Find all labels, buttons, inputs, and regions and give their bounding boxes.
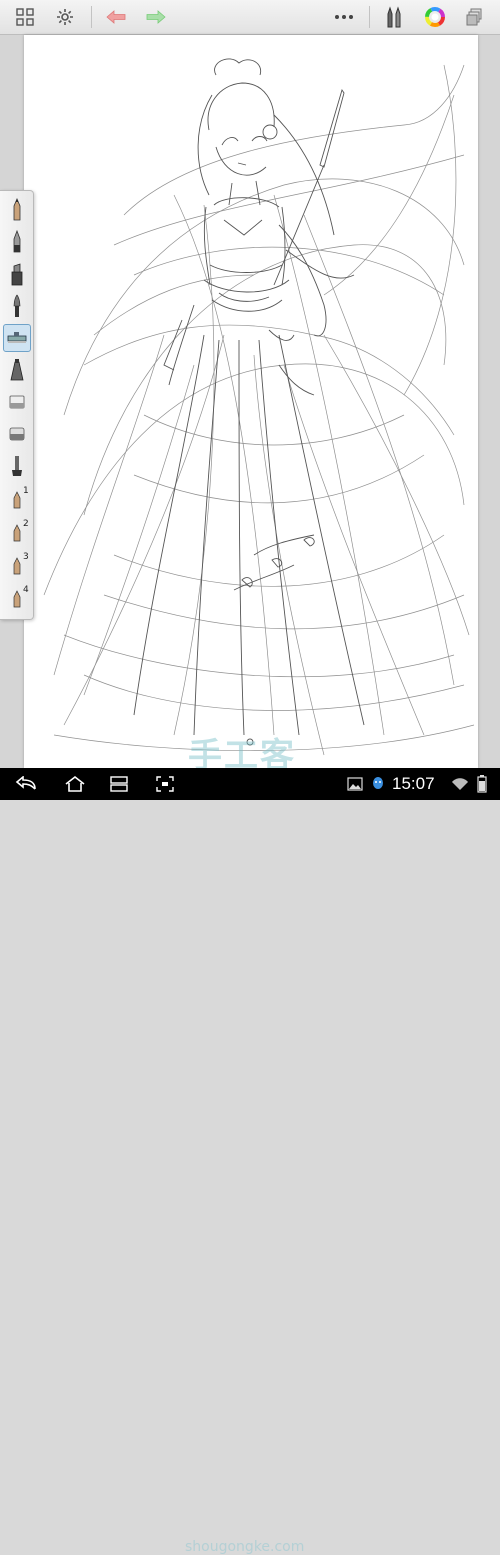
brush-slot-number: 1: [23, 486, 29, 496]
system-navigation-bar: shougongke.com 15:07: [0, 768, 500, 1555]
airbrush-icon[interactable]: [3, 324, 31, 352]
status-clock: 15:07: [392, 774, 435, 793]
custom-brush-4-icon[interactable]: 4: [3, 585, 31, 613]
drawing-canvas[interactable]: [24, 35, 478, 768]
home-icon[interactable]: [60, 772, 90, 796]
pencil-icon[interactable]: [3, 196, 31, 224]
sketch-drawing: [43, 58, 475, 756]
custom-brush-2-icon[interactable]: 2: [3, 519, 31, 547]
custom-brush-3-icon[interactable]: 3: [3, 552, 31, 580]
gear-icon[interactable]: [53, 5, 77, 29]
brush-slot-number: 4: [23, 585, 29, 595]
screenshot-icon[interactable]: [150, 772, 180, 796]
back-icon[interactable]: [12, 772, 42, 796]
grid-icon[interactable]: [13, 5, 37, 29]
brush-slot-number: 3: [23, 552, 29, 562]
paintbrush-icon[interactable]: [3, 292, 31, 320]
canvas-area[interactable]: [0, 35, 500, 768]
qq-notification-icon: [368, 772, 388, 796]
brush-palette: 1 2 3 4: [0, 190, 34, 620]
toolbar-divider: [369, 6, 370, 28]
custom-brush-1-icon[interactable]: 1: [3, 486, 31, 514]
smudge-icon[interactable]: [3, 356, 31, 384]
wifi-icon: [450, 772, 470, 796]
brushes-icon[interactable]: [382, 5, 406, 29]
battery-icon: [474, 772, 490, 796]
brush-slot-number: 2: [23, 519, 29, 529]
gallery-notification-icon: [345, 772, 365, 796]
ballpoint-icon[interactable]: [3, 228, 31, 256]
marker-icon[interactable]: [3, 260, 31, 288]
more-icon[interactable]: [332, 5, 356, 29]
recent-apps-icon[interactable]: [104, 772, 134, 796]
color-wheel-icon[interactable]: [423, 5, 447, 29]
eraser-icon[interactable]: [3, 388, 31, 416]
redo-icon[interactable]: [144, 5, 168, 29]
soft-eraser-icon[interactable]: [3, 420, 31, 448]
layers-icon[interactable]: [462, 5, 486, 29]
toolbar-divider: [91, 6, 92, 28]
top-toolbar: [0, 0, 500, 35]
watermark-url: shougongke.com: [185, 1539, 305, 1555]
fill-icon[interactable]: [3, 452, 31, 480]
undo-icon[interactable]: [104, 5, 128, 29]
